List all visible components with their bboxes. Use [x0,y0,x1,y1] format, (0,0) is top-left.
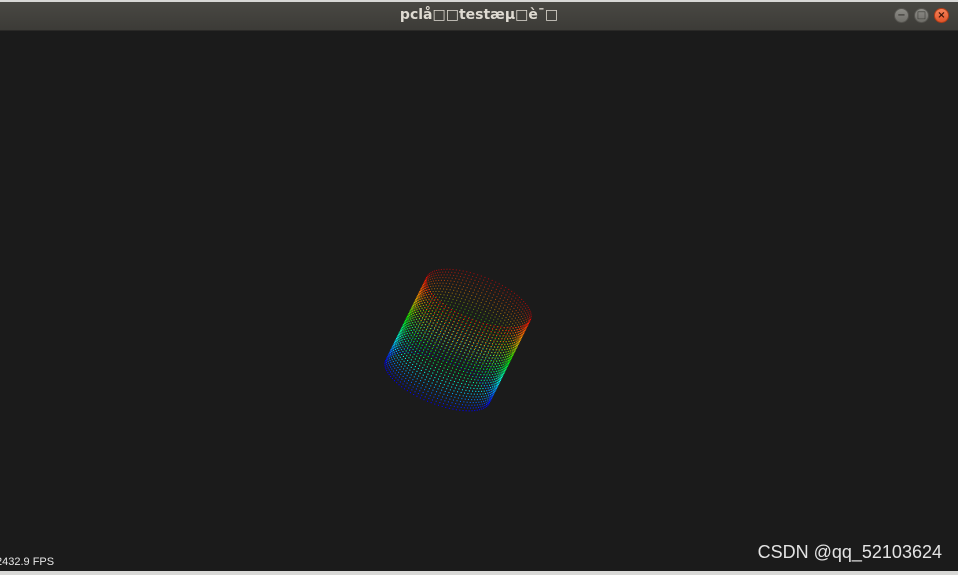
title-bar[interactable]: pclå□□testæµ□è¯□ − □ × [0,0,958,31]
watermark-text: CSDN @qq_52103624 [757,542,942,562]
fps-counter: 2432.9 FPS [0,556,55,568]
3d-viewport[interactable]: 2432.9 FPS CSDN @qq_52103624 [0,31,958,571]
maximize-button[interactable]: □ [914,8,929,23]
maximize-icon: □ [916,9,927,21]
desktop-top-strip [0,0,958,2]
close-icon: × [937,9,946,21]
minimize-button[interactable]: − [894,8,909,23]
point-cloud-cylinder [384,268,532,412]
close-button[interactable]: × [934,8,949,23]
window-title: pclå□□testæµ□è¯□ [399,7,559,23]
minimize-icon: − [897,9,906,21]
desktop-bottom-strip [0,571,958,575]
pcl-viewer-window: pclå□□testæµ□è¯□ − □ × 2432.9 FPS CSDN @… [0,0,958,575]
